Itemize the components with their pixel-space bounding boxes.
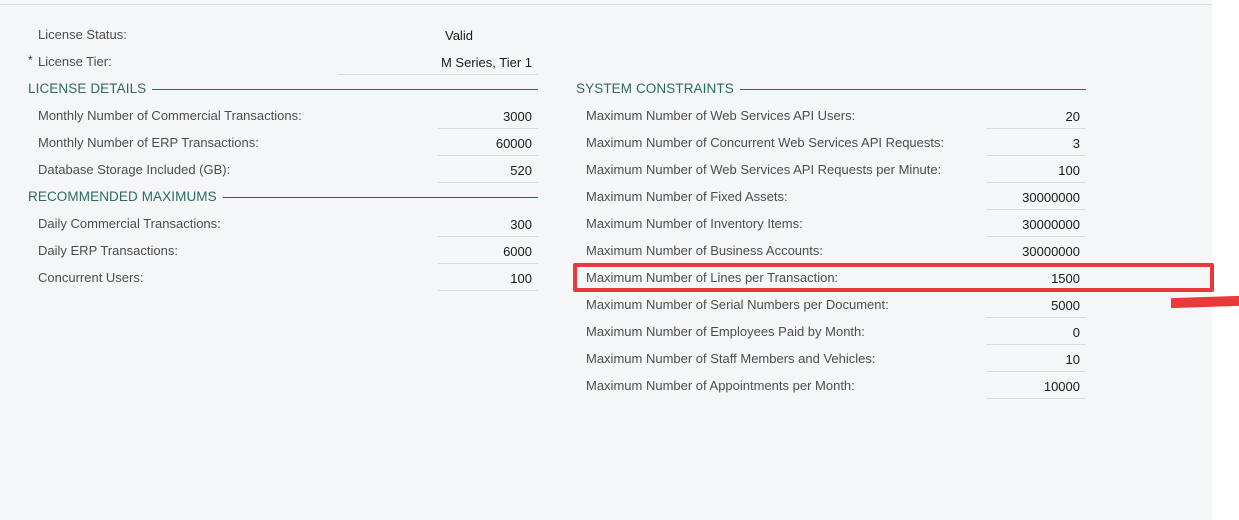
field-label: Maximum Number of Fixed Assets: — [586, 189, 788, 204]
section-title: SYSTEM CONSTRAINTS — [576, 80, 734, 96]
field-label: Maximum Number of Business Accounts: — [586, 243, 823, 258]
field-value[interactable]: 3 — [986, 132, 1086, 156]
field-value[interactable]: 30000000 — [986, 186, 1086, 210]
highlight-arrow — [1171, 295, 1239, 309]
field-label: Maximum Number of Web Services API Reque… — [586, 162, 942, 177]
license-tier-row: * License Tier: M Series, Tier 1 — [0, 51, 540, 78]
field-value[interactable]: 10000 — [986, 375, 1086, 399]
field-value[interactable]: 100 — [986, 159, 1086, 183]
panel-top-divider — [0, 4, 1212, 5]
field-row: Maximum Number of Concurrent Web Service… — [0, 132, 1086, 159]
field-row: Maximum Number of Serial Numbers per Doc… — [0, 294, 1086, 321]
field-value[interactable]: 0 — [986, 321, 1086, 345]
section-title: LICENSE DETAILS — [28, 80, 147, 96]
license-status-label: License Status: — [38, 27, 127, 42]
section-divider — [152, 88, 538, 90]
field-row: Maximum Number of Appointments per Month… — [0, 375, 1086, 402]
highlight-box — [573, 263, 1214, 292]
license-tier-label: License Tier: — [38, 54, 112, 69]
field-value[interactable]: 5000 — [986, 294, 1086, 318]
field-label: Maximum Number of Appointments per Month… — [586, 378, 855, 393]
field-value[interactable]: 20 — [986, 105, 1086, 129]
field-value[interactable]: 10 — [986, 348, 1086, 372]
field-label: Maximum Number of Employees Paid by Mont… — [586, 324, 865, 339]
field-row: Maximum Number of Staff Members and Vehi… — [0, 348, 1086, 375]
field-value[interactable]: 30000000 — [986, 213, 1086, 237]
field-row: Maximum Number of Web Services API Users… — [0, 105, 1086, 132]
field-row: Maximum Number of Employees Paid by Mont… — [0, 321, 1086, 348]
license-status-value: Valid — [445, 28, 473, 43]
system-constraints-header: SYSTEM CONSTRAINTS — [576, 79, 1086, 97]
license-panel: License Status: Valid * License Tier: M … — [0, 0, 1212, 520]
license-tier-value[interactable]: M Series, Tier 1 — [338, 51, 538, 75]
required-mark: * — [28, 53, 33, 67]
section-divider — [739, 88, 1086, 90]
field-row: Maximum Number of Fixed Assets: 30000000 — [0, 186, 1086, 213]
field-value[interactable]: 30000000 — [986, 240, 1086, 264]
license-status-row: License Status: Valid — [0, 24, 540, 51]
field-label: Maximum Number of Web Services API Users… — [586, 108, 856, 123]
field-row: Maximum Number of Inventory Items: 300000… — [0, 213, 1086, 240]
field-label: Maximum Number of Inventory Items: — [586, 216, 803, 231]
field-label: Maximum Number of Staff Members and Vehi… — [586, 351, 876, 366]
field-label: Maximum Number of Serial Numbers per Doc… — [586, 297, 889, 312]
field-row: Maximum Number of Web Services API Reque… — [0, 159, 1086, 186]
license-details-header: LICENSE DETAILS — [28, 79, 538, 97]
field-label: Maximum Number of Concurrent Web Service… — [586, 135, 945, 150]
